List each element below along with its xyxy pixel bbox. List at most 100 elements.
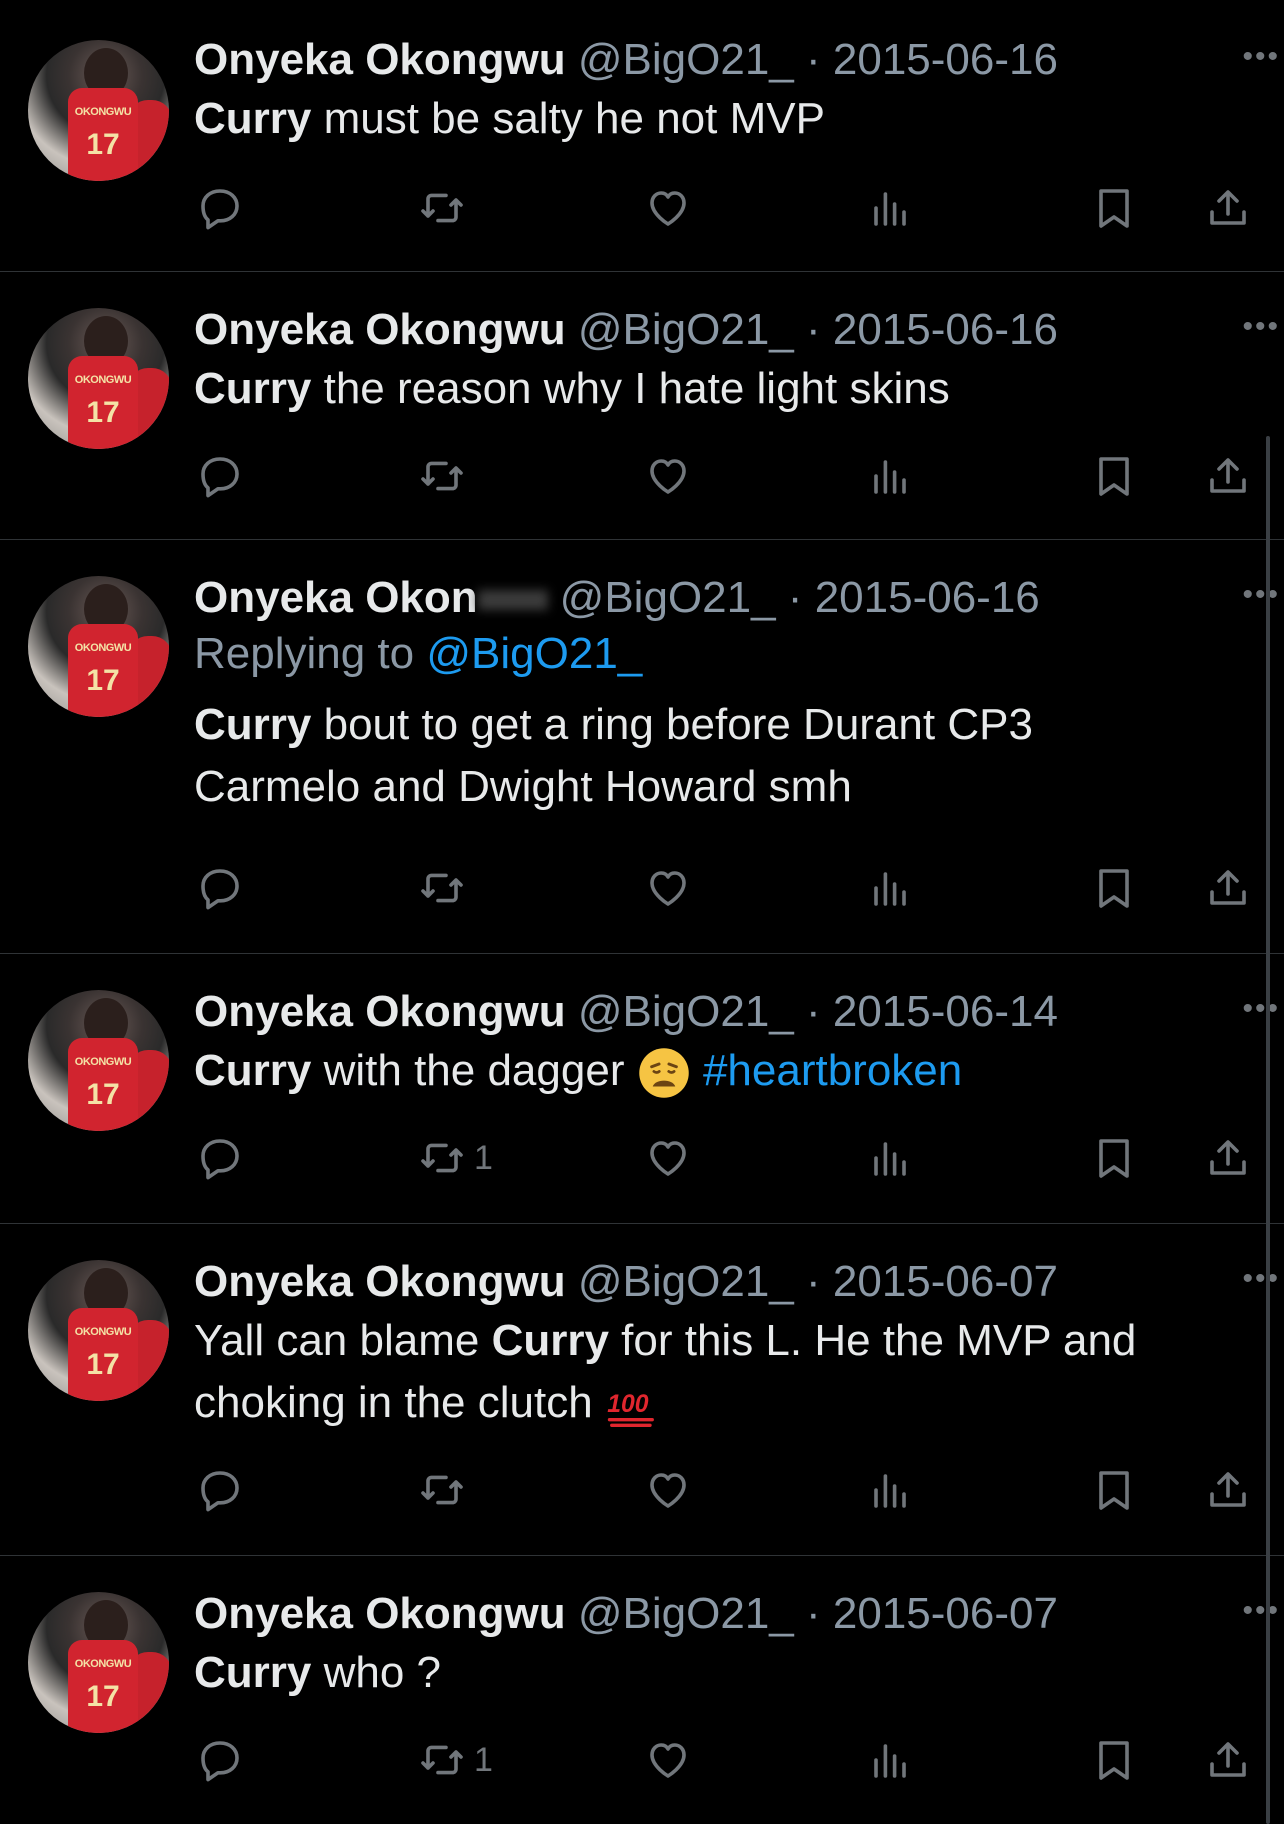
- user-handle[interactable]: @BigO21_: [560, 573, 776, 622]
- views-button[interactable]: [866, 1128, 914, 1188]
- avatar[interactable]: OKONGWU 17: [28, 1592, 169, 1733]
- hashtag-link[interactable]: #heartbroken: [703, 1046, 962, 1095]
- retweet-count: 1: [474, 1740, 493, 1779]
- bold-word: Curry: [194, 700, 312, 749]
- views-button[interactable]: [866, 1460, 914, 1520]
- tweet-date[interactable]: 2015-06-14: [833, 987, 1058, 1036]
- retweet-icon: [418, 864, 466, 912]
- views-icon: [866, 1134, 914, 1182]
- tweet[interactable]: OKONGWU 17 Onyeka Okongwu @BigO21_ · 2015…: [0, 0, 1284, 272]
- reply-mention-link[interactable]: @BigO21_: [426, 629, 642, 678]
- share-button[interactable]: [1204, 1730, 1252, 1790]
- more-options-icon[interactable]: •••: [1242, 578, 1280, 612]
- user-handle[interactable]: @BigO21_: [578, 987, 794, 1036]
- share-icon: [1204, 1736, 1252, 1784]
- tweet-date[interactable]: 2015-06-07: [833, 1589, 1058, 1638]
- display-name[interactable]: Onyeka Okon: [194, 573, 478, 622]
- reply-button[interactable]: [196, 1730, 244, 1790]
- share-button[interactable]: [1204, 858, 1252, 918]
- reply-icon: [196, 864, 244, 912]
- avatar[interactable]: OKONGWU 17: [28, 1260, 169, 1401]
- bookmark-button[interactable]: [1090, 446, 1138, 506]
- reply-button[interactable]: [196, 858, 244, 918]
- views-button[interactable]: [866, 858, 914, 918]
- reply-button[interactable]: [196, 1128, 244, 1188]
- retweet-count: 1: [474, 1138, 493, 1177]
- more-options-icon[interactable]: •••: [1242, 1262, 1280, 1296]
- tweet[interactable]: OKONGWU 17 Onyeka Okongwu @BigO21_ · 2015…: [0, 954, 1284, 1224]
- avatar[interactable]: OKONGWU 17: [28, 308, 169, 449]
- retweet-button[interactable]: [418, 858, 474, 918]
- views-button[interactable]: [866, 1730, 914, 1790]
- reply-button[interactable]: [196, 446, 244, 506]
- like-button[interactable]: [644, 1730, 692, 1790]
- bookmark-button[interactable]: [1090, 178, 1138, 238]
- jersey-name: OKONGWU: [74, 1056, 132, 1068]
- user-handle[interactable]: @BigO21_: [578, 305, 794, 354]
- text-rest: must be salty he not MVP: [311, 94, 825, 143]
- display-name[interactable]: Onyeka Okongwu: [194, 987, 566, 1036]
- tweet[interactable]: OKONGWU 17 Onyeka Okon @BigO21_ · 2015-06-…: [0, 540, 1284, 954]
- avatar[interactable]: OKONGWU 17: [28, 576, 169, 717]
- views-button[interactable]: [866, 446, 914, 506]
- retweet-icon: [418, 1134, 466, 1182]
- like-icon: [644, 1466, 692, 1514]
- bookmark-button[interactable]: [1090, 1730, 1138, 1790]
- share-button[interactable]: [1204, 178, 1252, 238]
- like-button[interactable]: [644, 858, 692, 918]
- tweet-date[interactable]: 2015-06-07: [833, 1257, 1058, 1306]
- tweet-date[interactable]: 2015-06-16: [815, 573, 1040, 622]
- views-button[interactable]: [866, 178, 914, 238]
- user-handle[interactable]: @BigO21_: [578, 1257, 794, 1306]
- jersey-name: OKONGWU: [74, 642, 132, 654]
- display-name[interactable]: Onyeka Okongwu: [194, 35, 566, 84]
- reply-button[interactable]: [196, 178, 244, 238]
- action-bar: [0, 446, 1284, 506]
- retweet-button[interactable]: [418, 1460, 474, 1520]
- avatar-jersey: OKONGWU 17: [68, 1038, 138, 1131]
- display-name[interactable]: Onyeka Okongwu: [194, 1589, 566, 1638]
- more-options-icon[interactable]: •••: [1242, 992, 1280, 1026]
- retweet-button[interactable]: [418, 446, 474, 506]
- like-button[interactable]: [644, 1128, 692, 1188]
- action-bar: [0, 1460, 1284, 1520]
- share-button[interactable]: [1204, 446, 1252, 506]
- retweet-button[interactable]: 1: [418, 1730, 493, 1790]
- retweet-button[interactable]: [418, 178, 474, 238]
- reply-button[interactable]: [196, 1460, 244, 1520]
- user-handle[interactable]: @BigO21_: [578, 35, 794, 84]
- like-button[interactable]: [644, 446, 692, 506]
- tweet-date[interactable]: 2015-06-16: [833, 35, 1058, 84]
- display-name[interactable]: Onyeka Okongwu: [194, 1257, 566, 1306]
- text-rest: for this L. He the MVP and: [608, 1316, 1137, 1365]
- tweet[interactable]: OKONGWU 17 Onyeka Okongwu @BigO21_ · 2015…: [0, 1556, 1284, 1824]
- user-handle[interactable]: @BigO21_: [578, 1589, 794, 1638]
- more-options-icon[interactable]: •••: [1242, 40, 1280, 74]
- avatar[interactable]: OKONGWU 17: [28, 40, 169, 181]
- more-options-icon[interactable]: •••: [1242, 310, 1280, 344]
- more-options-icon[interactable]: •••: [1242, 1594, 1280, 1628]
- display-name[interactable]: Onyeka Okongwu: [194, 305, 566, 354]
- retweet-button[interactable]: 1: [418, 1128, 493, 1188]
- tweet-date[interactable]: 2015-06-16: [833, 305, 1058, 354]
- tweet[interactable]: OKONGWU 17 Onyeka Okongwu @BigO21_ · 2015…: [0, 272, 1284, 540]
- like-button[interactable]: [644, 178, 692, 238]
- retweet-icon: [418, 452, 466, 500]
- share-button[interactable]: [1204, 1460, 1252, 1520]
- scrollbar[interactable]: [1266, 436, 1270, 1824]
- bookmark-button[interactable]: [1090, 858, 1138, 918]
- tweet-text: Yall can blame Curry for this L. He the …: [194, 1310, 1244, 1434]
- tweet-text: Curry with the dagger #heartbroken: [194, 1040, 1244, 1102]
- separator: ·: [793, 305, 833, 354]
- separator: ·: [793, 35, 833, 84]
- action-bar: [0, 178, 1284, 238]
- share-button[interactable]: [1204, 1128, 1252, 1188]
- text-rest: bout to get a ring before Durant CP3: [311, 700, 1033, 749]
- like-button[interactable]: [644, 1460, 692, 1520]
- bookmark-button[interactable]: [1090, 1128, 1138, 1188]
- avatar[interactable]: OKONGWU 17: [28, 990, 169, 1131]
- tweet[interactable]: OKONGWU 17 Onyeka Okongwu @BigO21_ · 2015…: [0, 1224, 1284, 1556]
- reply-prefix: Replying to: [194, 629, 427, 678]
- avatar-jersey: OKONGWU 17: [68, 1640, 138, 1733]
- bookmark-button[interactable]: [1090, 1460, 1138, 1520]
